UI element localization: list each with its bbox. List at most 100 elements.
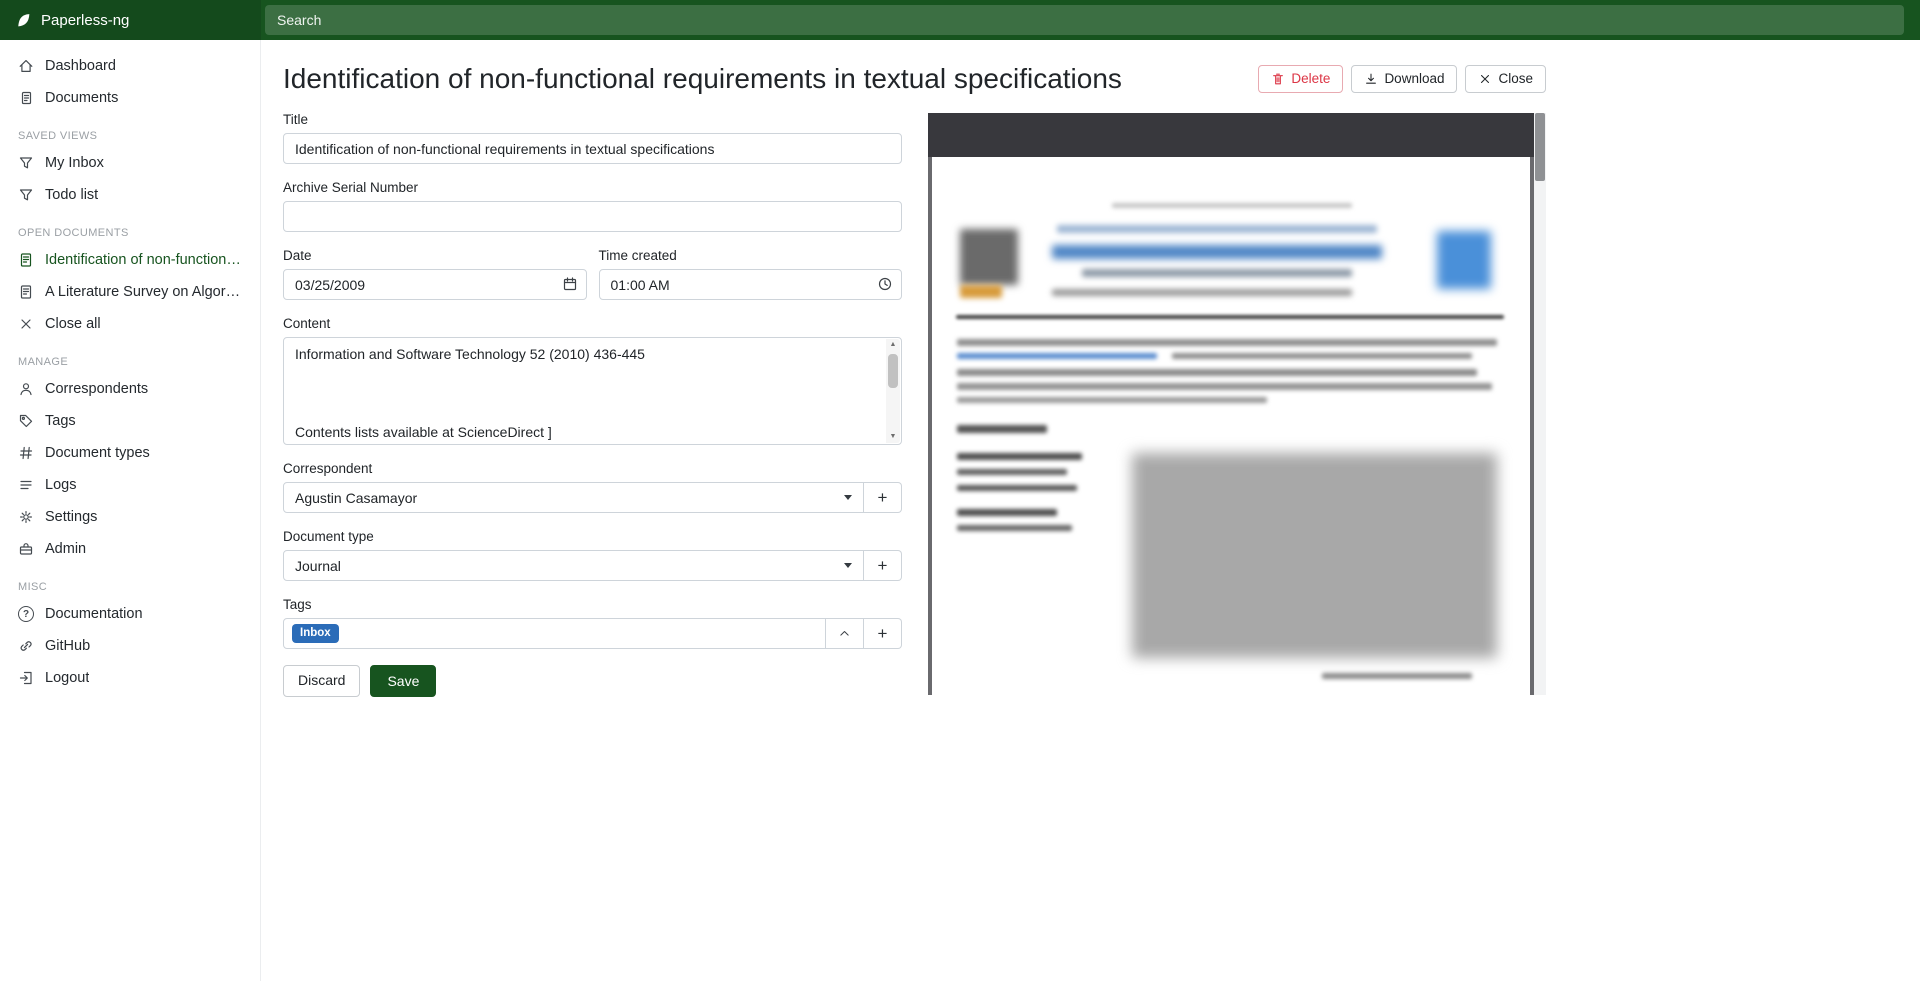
blurred-content-block	[957, 425, 1047, 433]
add-tag-button[interactable]: +	[864, 618, 902, 649]
preview-scrollbar[interactable]	[1534, 113, 1546, 695]
pdf-toolbar[interactable]	[928, 113, 1534, 157]
blurred-content-block	[957, 339, 1497, 346]
funnel-icon	[18, 187, 34, 203]
question-circle-icon: ?	[18, 606, 34, 622]
tags-dropdown-toggle[interactable]	[826, 618, 864, 649]
document-type-select[interactable]: Journal	[283, 550, 864, 581]
hash-icon	[18, 445, 34, 461]
tag-icon	[18, 413, 34, 429]
sidebar-item-close-all[interactable]: Close all	[0, 308, 260, 340]
sidebar-item-todo-list[interactable]: Todo list	[0, 179, 260, 211]
sidebar-item-tags[interactable]: Tags	[0, 405, 260, 437]
sidebar-item-logs[interactable]: Logs	[0, 469, 260, 501]
content-textarea[interactable]: Information and Software Technology 52 (…	[284, 338, 901, 444]
title-label: Title	[283, 112, 902, 127]
sidebar-open-doc-2[interactable]: A Literature Survey on Algorithms for Mu…	[0, 276, 260, 308]
blurred-content-block	[960, 285, 1002, 298]
toolbox-icon	[18, 541, 34, 557]
select-caret-icon	[844, 495, 852, 500]
blurred-content-block	[1082, 269, 1352, 277]
trash-icon	[1271, 72, 1285, 86]
blurred-content-block	[1052, 289, 1352, 296]
save-button[interactable]: Save	[370, 665, 436, 697]
scroll-thumb[interactable]	[888, 354, 898, 388]
time-created-label: Time created	[599, 248, 903, 263]
select-caret-icon	[844, 563, 852, 568]
sidebar-item-dashboard[interactable]: Dashboard	[0, 50, 260, 82]
blurred-content-block	[1322, 673, 1472, 679]
blurred-content-block	[957, 509, 1057, 516]
sidebar-open-doc-1[interactable]: Identification of non-functional require…	[0, 244, 260, 276]
paperless-logo-icon	[15, 12, 32, 29]
document-actions: Delete Download Close	[1258, 65, 1546, 94]
plus-icon: +	[878, 557, 888, 574]
download-button[interactable]: Download	[1351, 65, 1457, 94]
blurred-content-block	[957, 383, 1492, 390]
blurred-content-block	[1057, 225, 1377, 233]
preview-scroll-thumb[interactable]	[1535, 113, 1545, 181]
sidebar-item-label: Correspondents	[45, 381, 148, 397]
sidebar-item-label: Identification of non-functional require…	[45, 252, 242, 268]
blurred-content-block	[957, 525, 1072, 531]
discard-button[interactable]: Discard	[283, 665, 360, 697]
blurred-content-block	[957, 453, 1082, 460]
sidebar-item-label: Settings	[45, 509, 97, 525]
sidebar-section-open-documents: OPEN DOCUMENTS	[0, 211, 260, 244]
blurred-content-block	[1052, 245, 1382, 259]
brand-name: Paperless-ng	[41, 12, 129, 29]
time-created-input[interactable]	[599, 269, 903, 300]
calendar-icon	[562, 276, 578, 292]
gear-icon	[18, 509, 34, 525]
close-icon	[18, 316, 34, 332]
blurred-content-block	[1172, 353, 1472, 359]
blurred-content-block	[1437, 231, 1491, 289]
correspondent-label: Correspondent	[283, 461, 902, 476]
correspondent-select[interactable]: Agustin Casamayor	[283, 482, 864, 513]
search-input[interactable]	[265, 5, 1904, 35]
blurred-content-block	[1112, 203, 1352, 208]
blurred-content-block	[960, 229, 1018, 285]
close-button[interactable]: Close	[1465, 65, 1546, 94]
documents-icon	[18, 90, 34, 106]
archive-serial-number-input[interactable]	[283, 201, 902, 232]
link-icon	[18, 638, 34, 654]
add-correspondent-button[interactable]: +	[864, 482, 902, 513]
delete-button[interactable]: Delete	[1258, 65, 1343, 94]
app-brand[interactable]: Paperless-ng	[0, 0, 261, 40]
document-edit-form: Title Archive Serial Number Date Time cr…	[283, 112, 902, 697]
title-input[interactable]	[283, 133, 902, 164]
house-icon	[18, 58, 34, 74]
content-scrollbar[interactable]: ▲ ▼	[886, 339, 900, 443]
sidebar-item-document-types[interactable]: Document types	[0, 437, 260, 469]
scroll-down-arrow[interactable]: ▼	[890, 431, 897, 443]
sidebar-item-label: Documents	[45, 90, 118, 106]
plus-icon: +	[878, 625, 888, 642]
sidebar-section-manage: MANAGE	[0, 340, 260, 373]
funnel-icon	[18, 155, 34, 171]
document-header: Identification of non-functional require…	[261, 40, 1546, 95]
top-navbar: Paperless-ng	[0, 0, 1920, 40]
date-input[interactable]	[283, 269, 587, 300]
scroll-up-arrow[interactable]: ▲	[890, 339, 897, 351]
sidebar-item-documents[interactable]: Documents	[0, 82, 260, 114]
sidebar-item-label: Close all	[45, 316, 101, 332]
blurred-content-block	[957, 469, 1067, 475]
sidebar-item-settings[interactable]: Settings	[0, 501, 260, 533]
sidebar-item-admin[interactable]: Admin	[0, 533, 260, 565]
blurred-content-block	[957, 353, 1157, 359]
tags-input[interactable]: Inbox	[283, 618, 826, 649]
sidebar-section-saved-views: SAVED VIEWS	[0, 114, 260, 147]
sidebar-item-my-inbox[interactable]: My Inbox	[0, 147, 260, 179]
blurred-content-block	[957, 397, 1267, 403]
sidebar-item-correspondents[interactable]: Correspondents	[0, 373, 260, 405]
blurred-content-block	[956, 315, 1504, 319]
plus-icon: +	[878, 489, 888, 506]
sidebar-item-documentation[interactable]: ? Documentation	[0, 598, 260, 630]
sidebar-item-github[interactable]: GitHub	[0, 630, 260, 662]
content-label: Content	[283, 316, 902, 331]
pdf-viewer	[928, 113, 1534, 695]
sidebar-item-logout[interactable]: Logout	[0, 662, 260, 694]
add-document-type-button[interactable]: +	[864, 550, 902, 581]
tag-badge-inbox[interactable]: Inbox	[292, 624, 339, 644]
